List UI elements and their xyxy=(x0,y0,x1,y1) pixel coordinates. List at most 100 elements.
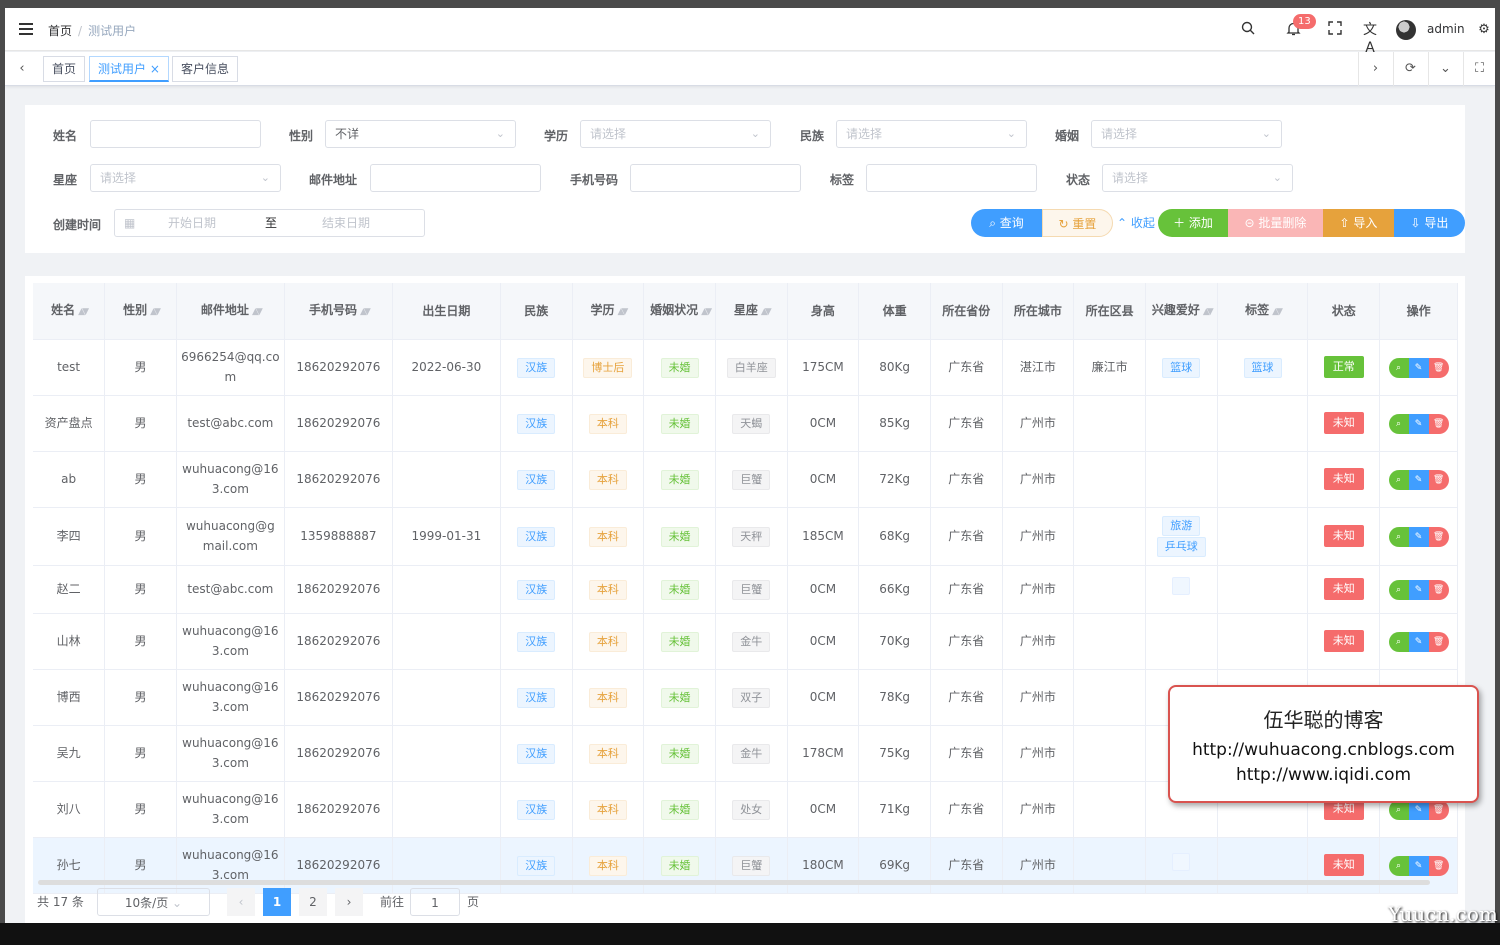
import-button[interactable]: ⇧ 导入 xyxy=(1323,209,1394,237)
end-date-input[interactable]: 结束日期 xyxy=(322,210,370,236)
column-header[interactable]: 邮件地址 ▲▼ xyxy=(176,283,285,340)
sort-icon[interactable]: ▲▼ xyxy=(360,307,371,317)
delete-icon[interactable]: 🗑 xyxy=(1428,470,1449,490)
horizontal-scrollbar[interactable] xyxy=(38,880,1430,885)
sort-icon[interactable]: ▲▼ xyxy=(150,307,161,317)
username[interactable]: admin xyxy=(1427,22,1465,36)
email-input[interactable] xyxy=(370,164,541,192)
view-icon[interactable]: ⌕ xyxy=(1388,800,1409,820)
edit-icon[interactable]: ✎ xyxy=(1408,632,1429,652)
sort-icon[interactable]: ▲▼ xyxy=(1203,307,1214,317)
tab-customer-info[interactable]: 客户信息 xyxy=(172,56,239,82)
edit-icon[interactable]: ✎ xyxy=(1408,800,1429,820)
edit-icon[interactable]: ✎ xyxy=(1408,527,1429,547)
search-icon[interactable] xyxy=(1239,21,1257,39)
table-row[interactable]: 资产盘点 男 test@abc.com 18620292076 汉族 本科 未婚 天蝎 0CM 8… xyxy=(33,395,1458,452)
delete-icon[interactable]: 🗑 xyxy=(1428,527,1449,547)
column-header[interactable]: 性别 ▲▼ xyxy=(104,283,177,340)
column-header[interactable]: 星座 ▲▼ xyxy=(715,283,788,340)
nation-select[interactable]: 请选择 ⌄ xyxy=(836,120,1027,148)
close-icon[interactable]: × xyxy=(150,62,160,76)
edit-icon[interactable]: ✎ xyxy=(1408,580,1429,600)
tab-home[interactable]: 首页 xyxy=(43,56,86,82)
fullscreen-icon[interactable] xyxy=(1326,21,1344,39)
column-header[interactable]: 手机号码 ▲▼ xyxy=(284,283,393,340)
zodiac-select[interactable]: 请选择 ⌄ xyxy=(90,164,281,192)
collapse-button[interactable]: ⌃ 收起 xyxy=(1113,209,1159,237)
gender-select[interactable]: 不详 ⌄ xyxy=(325,120,516,148)
reset-button[interactable]: ↻ 重置 xyxy=(1042,209,1113,237)
column-header[interactable]: 标签 ▲▼ xyxy=(1217,283,1309,340)
delete-icon[interactable]: 🗑 xyxy=(1428,358,1449,378)
chevron-down-icon[interactable]: ⌄ xyxy=(1428,52,1462,86)
view-icon[interactable]: ⌕ xyxy=(1388,632,1409,652)
delete-icon[interactable]: 🗑 xyxy=(1428,414,1449,434)
cell-gender: 男 xyxy=(134,802,147,816)
table-row[interactable]: 李四 男 wuhuacong@gmail.com 1359888887 1999-01-… xyxy=(33,507,1458,566)
table-cell: 本科 xyxy=(572,613,645,670)
goto-page-input[interactable]: 1 xyxy=(410,888,460,916)
sort-icon[interactable]: ▲▼ xyxy=(701,307,712,317)
query-button[interactable]: ⌕ 查询 xyxy=(971,209,1042,237)
delete-icon[interactable]: 🗑 xyxy=(1428,580,1449,600)
table-cell: wuhuacong@163.com xyxy=(176,725,285,782)
edit-icon[interactable]: ✎ xyxy=(1408,358,1429,378)
page-size-select[interactable]: 10条/页 ⌄ xyxy=(97,888,210,916)
view-icon[interactable]: ⌕ xyxy=(1388,358,1409,378)
row-actions: ⌕✎🗑 xyxy=(1388,527,1449,547)
sort-icon[interactable]: ▲▼ xyxy=(252,307,263,317)
next-page-button[interactable]: › xyxy=(335,888,363,916)
delete-icon[interactable]: 🗑 xyxy=(1428,632,1449,652)
column-header[interactable]: 姓名 ▲▼ xyxy=(33,283,106,340)
start-date-input[interactable]: 开始日期 xyxy=(168,210,216,236)
add-button[interactable]: ＋ 添加 xyxy=(1158,209,1228,237)
tab-test-users[interactable]: 测试用户 × xyxy=(89,56,169,82)
phone-input[interactable] xyxy=(630,164,801,192)
sort-icon[interactable]: ▲▼ xyxy=(1272,307,1283,317)
scroll-left-icon[interactable]: ‹ xyxy=(5,52,39,86)
sort-icon[interactable]: ▲▼ xyxy=(617,307,628,317)
table-row[interactable]: test 男 6966254@qq.com 18620292076 2022-06-30… xyxy=(33,339,1458,396)
prev-page-button[interactable]: ‹ xyxy=(227,888,255,916)
export-button[interactable]: ⇩ 导出 xyxy=(1394,209,1465,237)
edit-icon[interactable]: ✎ xyxy=(1408,856,1429,876)
page-2-button[interactable]: 2 xyxy=(299,888,327,916)
edit-icon[interactable]: ✎ xyxy=(1408,470,1429,490)
scroll-right-icon[interactable]: › xyxy=(1358,52,1392,86)
hamburger-icon[interactable] xyxy=(19,23,35,36)
view-icon[interactable]: ⌕ xyxy=(1388,580,1409,600)
date-range-picker[interactable]: ▦ 开始日期 至 结束日期 xyxy=(114,209,425,237)
breadcrumb-home[interactable]: 首页 xyxy=(48,24,72,38)
translate-icon[interactable]: 文A xyxy=(1361,21,1379,56)
sort-icon[interactable]: ▲▼ xyxy=(78,307,89,317)
avatar[interactable] xyxy=(1396,20,1416,40)
settings-icon[interactable]: ⚙ xyxy=(1475,21,1493,39)
page-1-button[interactable]: 1 xyxy=(263,888,291,916)
column-header[interactable]: 兴趣爱好 ▲▼ xyxy=(1145,283,1218,340)
table-row[interactable]: 山林 男 wuhuacong@163.com 18620292076 汉族 本科 未婚 金牛 0… xyxy=(33,613,1458,670)
maximize-icon[interactable]: ⛶ xyxy=(1463,52,1495,86)
view-icon[interactable]: ⌕ xyxy=(1388,414,1409,434)
refresh-icon[interactable]: ⟳ xyxy=(1393,52,1427,86)
nation-tag: 汉族 xyxy=(517,631,556,652)
cell-email: wuhuacong@163.com xyxy=(182,848,279,882)
tag-input[interactable] xyxy=(866,164,1037,192)
view-icon[interactable]: ⌕ xyxy=(1388,470,1409,490)
edu-select[interactable]: 请选择 ⌄ xyxy=(580,120,771,148)
column-header-label: 体重 xyxy=(882,303,907,318)
edit-icon[interactable]: ✎ xyxy=(1408,414,1429,434)
column-header[interactable]: 婚姻状况 ▲▼ xyxy=(643,283,716,340)
name-input[interactable] xyxy=(90,120,261,148)
view-icon[interactable]: ⌕ xyxy=(1388,856,1409,876)
table-cell: 广东省 xyxy=(930,781,1003,838)
status-select[interactable]: 请选择 ⌄ xyxy=(1102,164,1293,192)
batch-delete-button[interactable]: ⊝ 批量删除 xyxy=(1228,209,1323,237)
delete-icon[interactable]: 🗑 xyxy=(1428,856,1449,876)
sort-icon[interactable]: ▲▼ xyxy=(761,307,772,317)
delete-icon[interactable]: 🗑 xyxy=(1428,800,1449,820)
column-header[interactable]: 学历 ▲▼ xyxy=(572,283,645,340)
table-row[interactable]: ab 男 wuhuacong@163.com 18620292076 汉族 本科 未婚 巨蟹 0… xyxy=(33,451,1458,508)
view-icon[interactable]: ⌕ xyxy=(1388,527,1409,547)
marital-select[interactable]: 请选择 ⌄ xyxy=(1091,120,1282,148)
table-row[interactable]: 赵二 男 test@abc.com 18620292076 汉族 本科 未婚 巨蟹 0CM 66K… xyxy=(33,565,1458,614)
